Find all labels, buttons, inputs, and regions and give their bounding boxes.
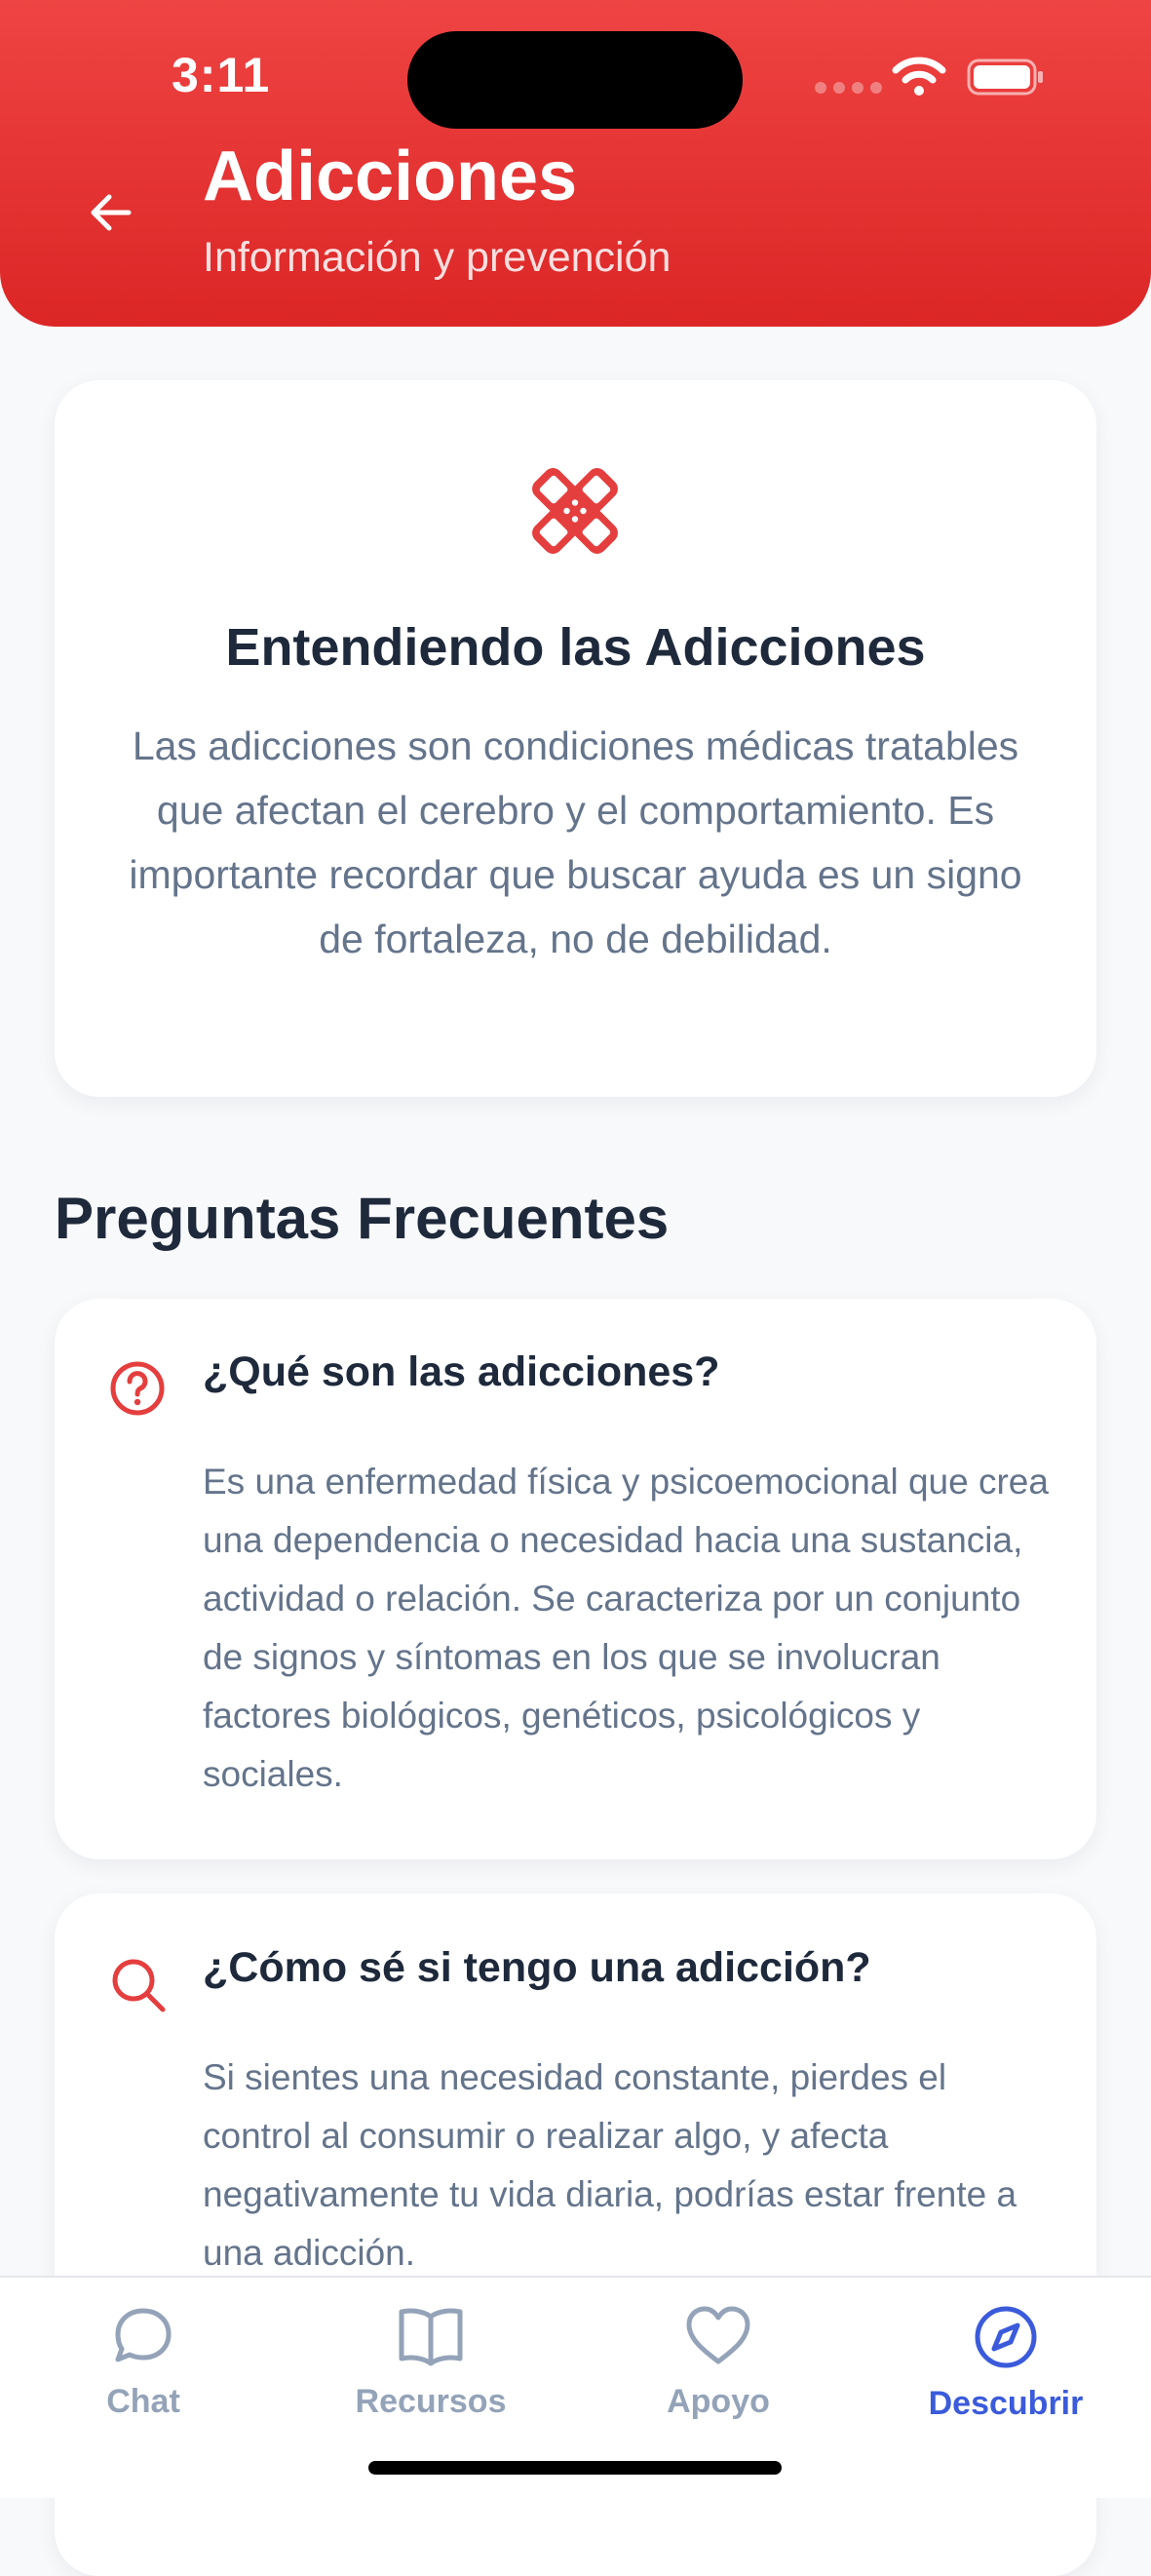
status-time: 3:11	[172, 48, 271, 102]
dynamic-island	[407, 31, 743, 129]
intro-text: Las adicciones son condiciones médicas t…	[129, 723, 1022, 961]
faq-section-title: Preguntas Frecuentes	[55, 1186, 670, 1251]
tab-label: Descubrir	[928, 2385, 1084, 2422]
faq-answer: Si sientes una necesidad constante, pier…	[203, 2057, 1017, 2273]
tab-label: Chat	[106, 2383, 180, 2420]
header: 3:11 Adicciones Información y prevención	[0, 0, 1151, 327]
faq-question: ¿Cómo sé si tengo una adicción?	[203, 1944, 871, 1991]
tab-label: Apoyo	[667, 2383, 770, 2420]
tab-apoyo[interactable]: Apoyo	[601, 2305, 835, 2451]
page-title: Adicciones	[203, 137, 578, 215]
back-button[interactable]	[78, 180, 142, 245]
tab-label: Recursos	[355, 2383, 507, 2420]
cellular-signal-icon	[815, 82, 882, 94]
page-subtitle: Información y prevención	[203, 234, 671, 281]
book-icon	[399, 2308, 463, 2366]
bandage-icon	[532, 468, 618, 554]
faq-question: ¿Qué son las adicciones?	[203, 1348, 720, 1395]
search-icon	[112, 1959, 166, 2012]
tab-chat[interactable]: Chat	[26, 2305, 260, 2451]
tab-recursos[interactable]: Recursos	[314, 2305, 548, 2451]
heart-icon	[686, 2306, 750, 2364]
faq-answer: Es una enfermedad física y psicoemociona…	[203, 1462, 1049, 1794]
tab-descubrir[interactable]: Descubrir	[889, 2305, 1123, 2451]
intro-title: Entendiendo las Adicciones	[225, 618, 926, 677]
battery-icon	[967, 59, 1043, 96]
home-indicator	[368, 2461, 782, 2475]
compass-icon	[975, 2306, 1037, 2368]
question-circle-icon	[110, 1361, 165, 1416]
chat-bubble-icon	[115, 2308, 172, 2362]
wifi-icon	[892, 57, 946, 96]
back-arrow-icon	[91, 194, 132, 231]
